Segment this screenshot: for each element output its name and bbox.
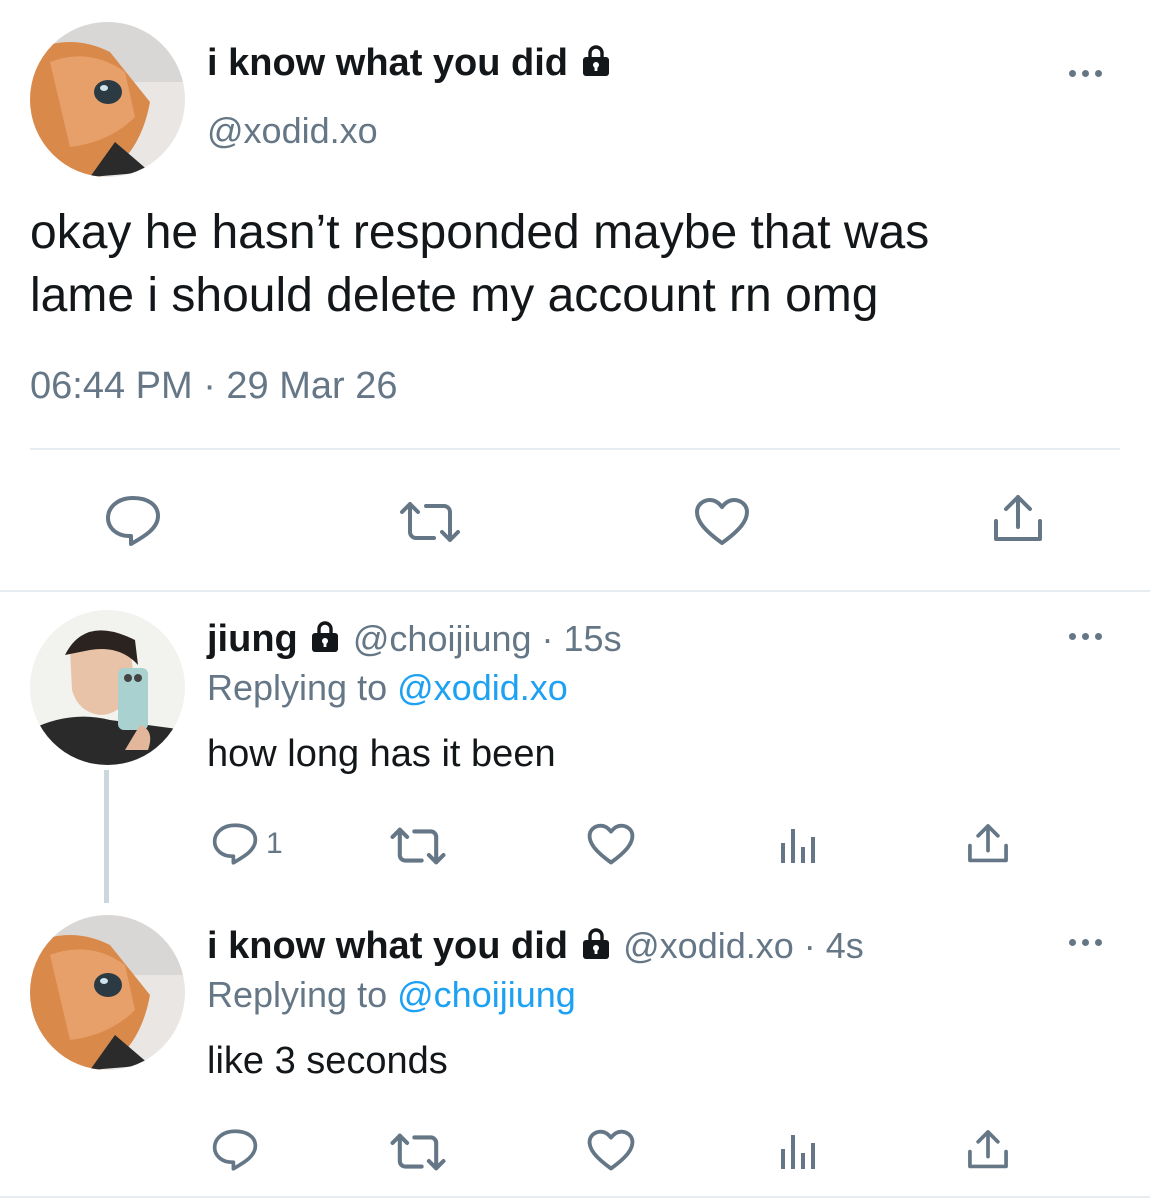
reply-text: how long has it been: [207, 733, 556, 775]
replying-to-handle[interactable]: @choijiung: [397, 974, 576, 1015]
reply-avatar[interactable]: [30, 915, 185, 1070]
section-divider: [0, 590, 1150, 592]
like-icon[interactable]: [587, 1129, 635, 1172]
reply-display-name[interactable]: i know what you did: [207, 925, 568, 967]
replying-to-line: Replying to @choijiung: [207, 974, 576, 1016]
reply-header: i know what you did @xodid.xo · 4s: [207, 925, 864, 970]
share-icon[interactable]: [965, 1127, 1011, 1173]
reply-handle-time[interactable]: @choijiung · 15s: [353, 618, 622, 659]
tweet-text-line-1: okay he hasn’t responded maybe that was: [30, 206, 930, 259]
like-icon[interactable]: [587, 823, 635, 866]
handle[interactable]: @xodid.xo: [207, 110, 378, 152]
lock-icon: [579, 926, 613, 970]
reply-count: 1: [266, 827, 283, 860]
replying-to-label: Replying to: [207, 974, 388, 1015]
lock-icon: [579, 43, 613, 87]
analytics-icon[interactable]: [779, 1131, 821, 1171]
retweet-icon[interactable]: [396, 500, 464, 544]
reply-text: like 3 seconds: [207, 1040, 448, 1082]
reply-icon[interactable]: [105, 494, 161, 548]
share-icon[interactable]: [965, 821, 1011, 867]
reply-handle-time[interactable]: @xodid.xo · 4s: [623, 925, 864, 966]
reply-display-name[interactable]: jiung: [207, 618, 298, 660]
tweet-timestamp[interactable]: 06:44 PM · 29 Mar 26: [30, 365, 398, 408]
reply-avatar[interactable]: [30, 610, 185, 765]
retweet-icon[interactable]: [387, 1132, 449, 1172]
display-name[interactable]: i know what you did: [207, 42, 613, 87]
more-options-icon[interactable]: [1069, 70, 1102, 77]
reply-icon[interactable]: [212, 1128, 258, 1172]
reply-header: jiung @choijiung · 15s: [207, 618, 622, 663]
reply-icon[interactable]: [212, 822, 258, 866]
more-options-icon[interactable]: [1069, 633, 1102, 640]
like-icon[interactable]: [694, 497, 750, 547]
avatar[interactable]: [30, 22, 185, 177]
more-options-icon[interactable]: [1069, 939, 1102, 946]
replying-to-handle[interactable]: @xodid.xo: [397, 667, 568, 708]
replying-to-line: Replying to @xodid.xo: [207, 667, 568, 709]
replying-to-label: Replying to: [207, 667, 388, 708]
lock-icon: [308, 619, 342, 663]
timestamp-divider: [30, 448, 1120, 450]
retweet-icon[interactable]: [387, 826, 449, 866]
bottom-divider: [0, 1196, 1150, 1198]
share-icon[interactable]: [990, 491, 1046, 547]
analytics-icon[interactable]: [779, 825, 821, 865]
thread-line: [104, 770, 109, 903]
tweet-text-line-2: lame i should delete my account rn omg: [30, 269, 879, 322]
display-name-text[interactable]: i know what you did: [207, 42, 568, 84]
